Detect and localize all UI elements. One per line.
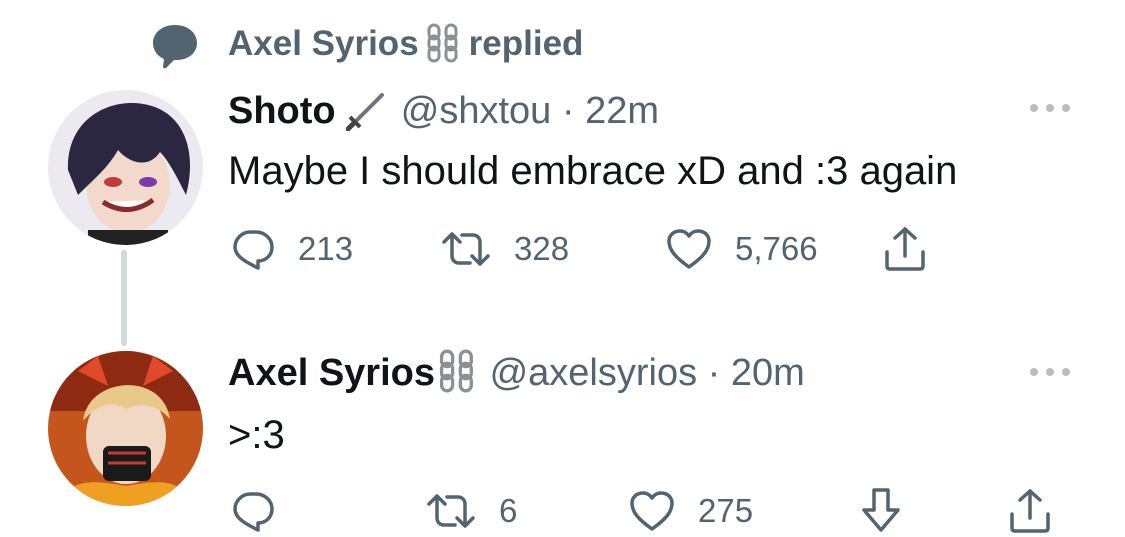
reply-icon <box>233 230 274 270</box>
share-icon <box>885 227 925 271</box>
share-button[interactable] <box>1005 486 1055 536</box>
like-button[interactable]: 275 <box>628 488 753 534</box>
bookmark-button[interactable] <box>858 486 904 536</box>
tweet-text: Maybe I should embrace xD and :3 again <box>228 149 958 193</box>
arrow-down-icon <box>862 488 900 532</box>
heart-icon <box>630 491 674 531</box>
avatar[interactable] <box>48 351 203 506</box>
handle[interactable]: @axelsyrios <box>490 352 698 394</box>
retweet-count: 6 <box>499 492 518 529</box>
retweet-count: 328 <box>514 230 570 267</box>
speech-bubble-icon <box>153 25 197 69</box>
reply-button[interactable] <box>230 488 298 534</box>
retweet-button[interactable]: 328 <box>440 226 569 272</box>
timestamp[interactable]: 20m <box>731 352 805 394</box>
reply-button[interactable]: 213 <box>230 226 353 272</box>
tweet-text: >:3 <box>228 413 285 457</box>
context-action: replied <box>468 24 584 63</box>
chain-link-emoji <box>423 23 463 63</box>
separator: · <box>561 90 575 132</box>
tweet-header: Axel Syrios @axelsyrios · 20m <box>228 348 805 406</box>
reply-count: 213 <box>298 230 354 267</box>
timestamp[interactable]: 22m <box>585 90 659 132</box>
chain-link-emoji <box>435 349 479 406</box>
reply-context[interactable]: Axel Syrios replied <box>228 22 583 66</box>
display-name[interactable]: Axel Syrios <box>228 352 435 394</box>
tweet-header: Shoto @shxtou · 22m <box>228 86 659 144</box>
dagger-emoji <box>345 87 390 144</box>
more-options-icon[interactable] <box>1025 362 1075 382</box>
retweet-icon <box>427 494 475 528</box>
heart-icon <box>667 229 711 269</box>
like-count: 5,766 <box>735 230 818 267</box>
more-options-icon[interactable] <box>1025 98 1075 118</box>
retweet-button[interactable]: 6 <box>425 488 517 534</box>
share-icon <box>1010 489 1050 533</box>
reply-icon <box>233 492 274 532</box>
retweet-icon <box>442 232 490 266</box>
display-name[interactable]: Shoto <box>228 90 336 132</box>
context-user-name[interactable]: Axel Syrios <box>228 24 419 63</box>
share-button[interactable] <box>880 224 930 274</box>
thread-connector <box>121 250 127 346</box>
like-button[interactable]: 5,766 <box>665 226 818 272</box>
separator: · <box>707 352 721 394</box>
like-count: 275 <box>698 492 754 529</box>
handle[interactable]: @shxtou <box>401 90 552 132</box>
avatar[interactable] <box>48 90 203 245</box>
